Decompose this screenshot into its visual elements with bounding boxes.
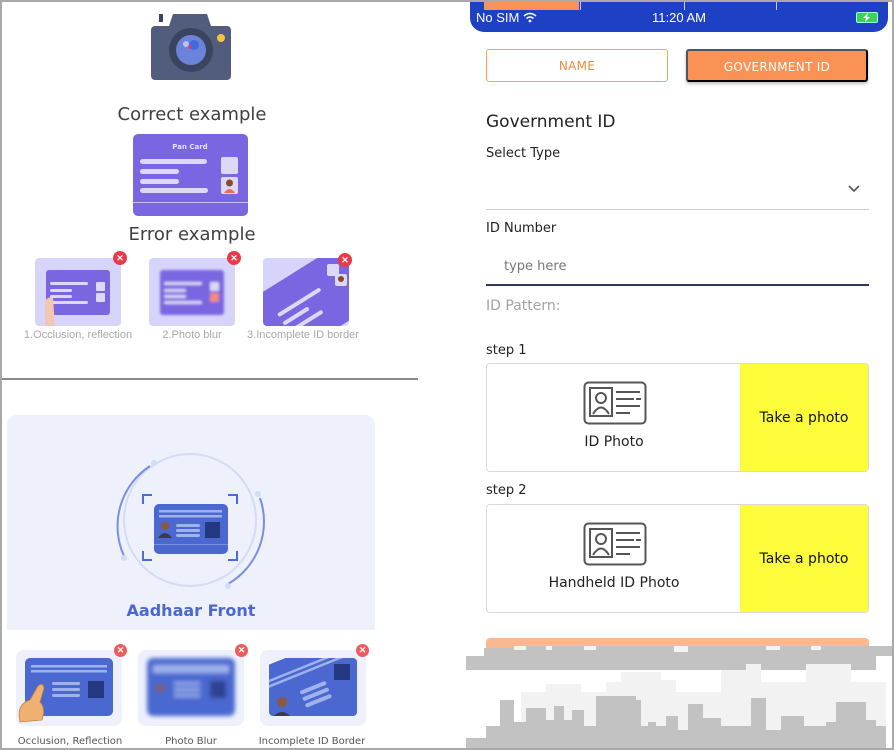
id-photo-preview[interactable]: ID Photo xyxy=(487,364,741,471)
error-example-label: 1.Occlusion, reflection xyxy=(23,329,133,341)
error-example-occlusion-image xyxy=(35,258,121,326)
id-card-occluded-icon xyxy=(18,658,113,723)
error-example-incomplete-border-image xyxy=(263,258,349,326)
aadhaar-error-label: Incomplete ID Border xyxy=(258,736,366,747)
top-tab-strip xyxy=(484,2,884,10)
phone-screen: No SIM 11:20 AM NAME GOVERNMENT ID Gover… xyxy=(466,2,892,748)
aadhaar-error-incomplete-border-image xyxy=(260,650,366,726)
take-photo-button[interactable]: Take a photo xyxy=(740,364,868,471)
error-example-label: 2.Photo blur xyxy=(162,329,222,341)
tab-government-id[interactable]: GOVERNMENT ID xyxy=(686,49,868,82)
status-time: 11:20 AM xyxy=(652,10,706,25)
aadhaar-error-blur-image xyxy=(138,650,244,726)
error-example-blur-image xyxy=(149,258,235,326)
error-badge-icon: ✕ xyxy=(114,644,127,657)
tab-name[interactable]: NAME xyxy=(486,49,668,82)
id-card-blurred-icon xyxy=(147,658,235,716)
id-pattern-label: ID Pattern: xyxy=(486,298,561,314)
step-2-card: Handheld ID Photo Take a photo xyxy=(486,504,869,613)
error-badge-icon: ✕ xyxy=(338,253,352,267)
step-1-card: ID Photo Take a photo xyxy=(486,363,869,472)
id-card-icon xyxy=(583,381,647,425)
top-tab-active[interactable] xyxy=(484,2,579,10)
id-card-icon xyxy=(583,522,647,566)
id-number-label: ID Number xyxy=(486,221,557,236)
tab-separator xyxy=(684,2,685,10)
error-badge-icon: ✕ xyxy=(113,251,127,265)
error-badge-icon: ✕ xyxy=(235,644,248,657)
error-badge-icon: ✕ xyxy=(227,251,241,265)
id-number-input[interactable] xyxy=(486,248,869,286)
select-type-dropdown[interactable] xyxy=(486,170,869,210)
correct-example-title: Correct example xyxy=(117,104,267,125)
error-example-label: 3.Incomplete ID border xyxy=(247,329,359,341)
step-2-caption: Handheld ID Photo xyxy=(548,575,680,591)
aadhaar-front-title: Aadhaar Front xyxy=(126,601,256,620)
lightning-icon xyxy=(863,13,870,22)
pan-card-correct-image: Pan Card xyxy=(133,134,248,216)
tab-separator xyxy=(776,2,777,10)
battery-charging-icon xyxy=(856,12,878,23)
section-title: Government ID xyxy=(486,112,616,132)
error-example-title: Error example xyxy=(128,224,256,245)
select-type-label: Select Type xyxy=(486,146,561,161)
step-2-label: step 2 xyxy=(486,483,527,498)
step-1-caption: ID Photo xyxy=(584,434,644,450)
chevron-down-icon[interactable] xyxy=(847,182,861,196)
step-1-label: step 1 xyxy=(486,343,527,358)
status-bar: No SIM 11:20 AM xyxy=(470,2,888,32)
aadhaar-scan-illustration xyxy=(116,453,265,589)
take-photo-button[interactable]: Take a photo xyxy=(740,505,868,612)
handheld-id-photo-preview[interactable]: Handheld ID Photo xyxy=(487,505,741,612)
aadhaar-error-label: Occlusion, Reflection xyxy=(17,736,123,747)
panel-divider xyxy=(0,378,418,380)
aadhaar-error-label: Photo Blur xyxy=(165,736,217,747)
redacted-skyline-overlay xyxy=(466,646,892,748)
error-badge-icon: ✕ xyxy=(356,644,369,657)
id-card-cropped-icon xyxy=(269,658,357,716)
camera-icon xyxy=(151,14,231,80)
pan-card-label: Pan Card xyxy=(172,143,207,151)
aadhaar-error-occlusion-image xyxy=(16,650,122,726)
tab-separator xyxy=(580,2,581,10)
